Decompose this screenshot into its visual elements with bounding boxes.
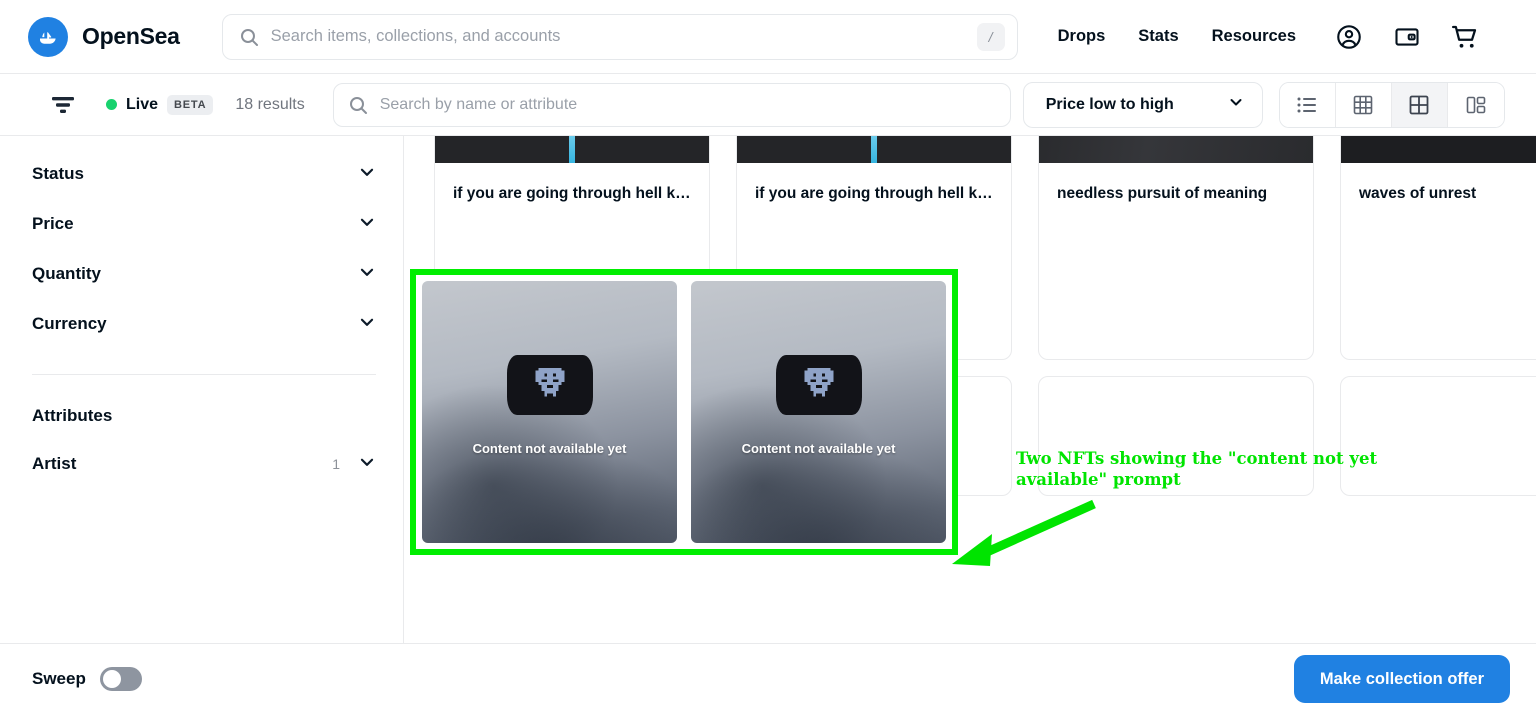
sidebar-divider — [32, 374, 376, 375]
filter-label: Currency — [32, 314, 107, 333]
nft-grid-area: if you are going through hell ke… if you… — [404, 136, 1536, 651]
unavailable-content-caption: Content not available yet — [741, 441, 896, 456]
nft-card-unavailable[interactable]: Content not available yet — [422, 281, 677, 543]
search-icon — [348, 95, 368, 115]
make-collection-offer-button[interactable]: Make collection offer — [1293, 655, 1510, 703]
global-search-input[interactable] — [270, 27, 977, 46]
chevron-down-icon — [358, 263, 376, 286]
sweep-toggle[interactable] — [99, 667, 142, 691]
view-mode-dense-grid-button[interactable] — [1335, 82, 1392, 127]
nft-card[interactable]: waves of unrest — [1340, 136, 1536, 360]
header-icon-group — [1334, 22, 1480, 52]
annotation-text: Two NFTs showing the "content not yet av… — [1016, 449, 1378, 490]
nav-link-resources[interactable]: Resources — [1212, 27, 1296, 46]
pixelated-face-icon — [506, 355, 593, 415]
filter-sidebar: Status Price Quantity Currency Attribute… — [0, 136, 404, 651]
global-search-bar[interactable]: / — [221, 13, 1018, 60]
filter-toolbar: Live BETA 18 results Price low to high — [0, 74, 1536, 136]
attributes-label: Attributes — [32, 406, 113, 425]
brand-logo-group[interactable]: OpenSea — [28, 16, 180, 57]
account-icon[interactable] — [1334, 22, 1364, 52]
attribute-search-input[interactable] — [379, 95, 996, 114]
wallet-icon[interactable] — [1392, 22, 1422, 52]
site-header: OpenSea / Drops Stats Resources — [0, 0, 1536, 74]
nft-card[interactable]: needless pursuit of meaning — [1038, 136, 1314, 360]
search-shortcut-badge: / — [976, 22, 1005, 51]
filter-label: Price — [32, 214, 74, 233]
nft-title: if you are going through hell ke… — [453, 185, 700, 202]
content-area: Status Price Quantity Currency Attribute… — [0, 136, 1536, 651]
funnel-icon[interactable] — [50, 92, 76, 118]
filter-quantity[interactable]: Quantity — [32, 249, 376, 299]
nft-artwork — [1039, 136, 1313, 163]
nft-artwork — [435, 136, 709, 163]
nft-title: waves of unrest — [1359, 185, 1477, 202]
opensea-ship-logo-icon — [28, 16, 68, 57]
filter-label: Artist — [32, 454, 77, 473]
filter-label: Status — [32, 164, 84, 183]
sweep-control: Sweep — [32, 667, 142, 691]
live-status-group: Live BETA — [106, 94, 214, 115]
filter-currency[interactable]: Currency — [32, 299, 376, 349]
nav-link-drops[interactable]: Drops — [1058, 27, 1106, 46]
attribute-search-bar[interactable] — [332, 82, 1011, 127]
view-mode-detail-button[interactable] — [1447, 82, 1504, 127]
chevron-down-icon — [358, 453, 376, 476]
main-nav: Drops Stats Resources — [1058, 27, 1296, 46]
live-indicator-dot — [106, 99, 117, 110]
brand-name: OpenSea — [82, 23, 180, 49]
cart-icon[interactable] — [1450, 22, 1480, 52]
nft-title: if you are going through hell ke… — [755, 185, 1002, 202]
view-mode-toggle-group — [1278, 81, 1505, 128]
sweep-label: Sweep — [32, 669, 86, 688]
view-mode-list-button[interactable] — [1279, 82, 1336, 127]
filter-price[interactable]: Price — [32, 199, 376, 249]
filter-status[interactable]: Status — [32, 149, 376, 199]
bottom-action-bar: Sweep Make collection offer — [0, 643, 1536, 714]
filter-label: Quantity — [32, 264, 101, 283]
live-label: Live — [126, 95, 159, 113]
chevron-down-icon — [358, 313, 376, 336]
attributes-section-header: Attributes — [32, 393, 376, 439]
chevron-down-icon — [1228, 94, 1244, 115]
nft-title: needless pursuit of meaning — [1057, 185, 1268, 202]
sweep-toggle-knob — [102, 670, 121, 688]
results-count: 18 results — [235, 95, 305, 113]
view-mode-grid-button[interactable] — [1391, 82, 1448, 127]
unavailable-content-caption: Content not available yet — [472, 441, 627, 456]
nav-link-stats[interactable]: Stats — [1138, 27, 1178, 46]
nft-card-unavailable[interactable]: Content not available yet — [691, 281, 946, 543]
nft-artwork — [1341, 136, 1536, 163]
beta-badge: BETA — [167, 94, 214, 115]
filter-count: 1 — [332, 456, 340, 472]
nft-artwork — [737, 136, 1011, 163]
annotation-arrow-icon — [952, 499, 1096, 566]
filter-artist[interactable]: Artist 1 — [32, 439, 376, 489]
chevron-down-icon — [358, 163, 376, 186]
chevron-down-icon — [358, 213, 376, 236]
pixelated-face-icon — [775, 355, 862, 415]
sort-dropdown[interactable]: Price low to high — [1022, 81, 1263, 128]
sort-selected-value: Price low to high — [1045, 95, 1174, 113]
annotation-highlight-box: Content not available yet Content not av… — [410, 269, 958, 555]
search-icon — [239, 27, 259, 47]
opensea-collection-page: OpenSea / Drops Stats Resources — [0, 0, 1536, 714]
